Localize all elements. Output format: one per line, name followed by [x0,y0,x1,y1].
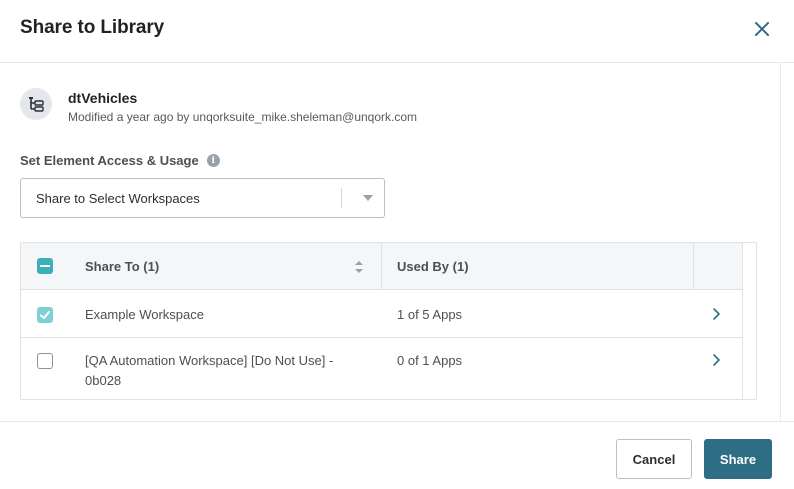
chevron-right-icon[interactable] [711,353,721,367]
share-to-library-modal: Share to Library dtVehicles Modified a y… [0,0,794,489]
chevron-right-icon[interactable] [711,307,721,321]
select-all-checkbox[interactable] [37,258,53,274]
workspace-name: [QA Automation Workspace] [Do Not Use] -… [85,351,333,391]
element-name: dtVehicles [68,90,138,106]
table-scrollbar[interactable] [742,243,756,399]
row-checkbox-checked[interactable] [37,307,53,323]
modal-header: Share to Library [0,0,794,63]
table-row[interactable]: Example Workspace 1 of 5 Apps [21,291,742,338]
used-by-count: 1 of 5 Apps [397,307,463,322]
access-select-value: Share to Select Workspaces [36,191,200,206]
workspace-name: Example Workspace [85,307,204,322]
info-icon[interactable]: i [206,154,220,167]
select-divider [341,188,342,208]
close-icon[interactable] [750,17,774,41]
modal-footer: Cancel Share [0,421,794,489]
header-divider [381,243,382,290]
table-row[interactable]: [QA Automation Workspace] [Do Not Use] -… [21,339,742,399]
tree-structure-icon [20,88,52,120]
header-used-by[interactable]: Used By (1) [397,259,469,274]
access-usage-label-text: Set Element Access & Usage [20,153,199,168]
header-divider [693,243,694,290]
workspace-name-line1: [QA Automation Workspace] [Do Not Use] - [85,353,334,368]
row-checkbox[interactable] [37,353,53,369]
share-button[interactable]: Share [704,439,772,479]
used-by-count: 0 of 1 Apps [397,353,463,368]
cancel-button[interactable]: Cancel [616,439,692,479]
access-usage-label: Set Element Access & Usage i [20,153,220,168]
chevron-down-icon[interactable] [363,195,373,201]
table-header-row: Share To (1) Used By (1) [21,243,742,290]
workspace-name-line2: 0b028 [85,373,122,388]
modal-scrollbar[interactable] [780,63,794,421]
header-share-to[interactable]: Share To (1) [85,259,159,274]
workspaces-table: Share To (1) Used By (1) Example Workspa… [20,242,757,400]
check-icon [40,311,50,319]
sort-icon[interactable] [354,260,364,274]
element-modified-meta: Modified a year ago by unqorksuite_mike.… [68,110,418,124]
access-select-dropdown[interactable]: Share to Select Workspaces [20,178,385,218]
modal-title: Share to Library [20,17,165,38]
